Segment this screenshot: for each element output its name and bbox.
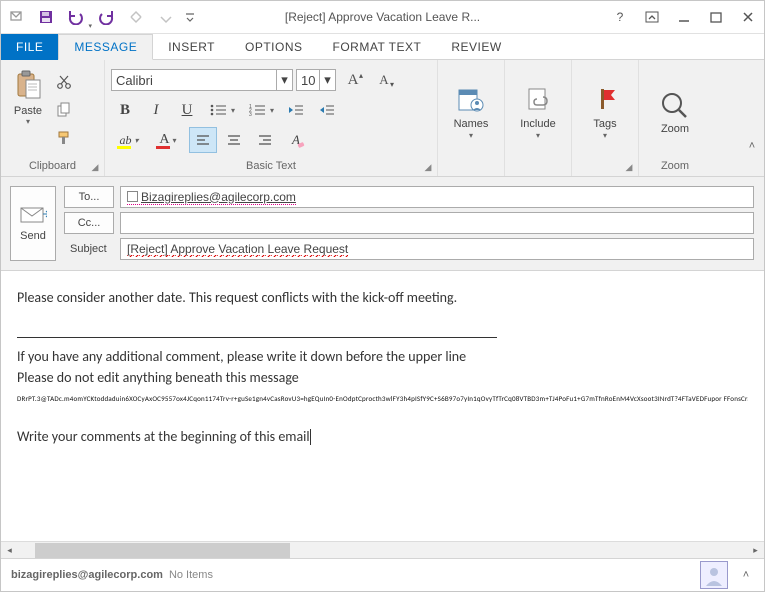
bold-button[interactable]: B — [111, 97, 139, 123]
tab-options[interactable]: OPTIONS — [230, 34, 318, 60]
font-name-combo[interactable]: Calibri ▾ — [111, 69, 293, 91]
undo-icon[interactable]: ▾ — [61, 3, 91, 31]
cut-icon[interactable] — [53, 71, 75, 93]
chevron-down-icon[interactable]: ▾ — [319, 70, 335, 90]
recipient-chip[interactable]: Bizagireplies@agilecorp.com — [127, 190, 296, 205]
cc-field[interactable] — [120, 212, 754, 234]
tab-review[interactable]: REVIEW — [436, 34, 516, 60]
names-button[interactable]: Names▾ — [444, 65, 498, 156]
numbering-button[interactable]: 123▾ — [243, 97, 279, 123]
scroll-thumb[interactable] — [35, 543, 290, 558]
subject-label: Subject — [64, 238, 114, 260]
group-label-zoom: Zoom — [645, 156, 705, 176]
close-icon[interactable] — [732, 1, 764, 34]
increase-indent-icon[interactable] — [313, 97, 341, 123]
redo-icon[interactable] — [91, 3, 121, 31]
font-color-button[interactable]: A▾ — [150, 127, 186, 153]
separator-line — [17, 337, 497, 338]
people-pane-toggle-icon[interactable]: ˄ — [738, 569, 754, 581]
group-label-basictext: Basic Text — [111, 156, 431, 176]
align-right-button[interactable] — [251, 127, 279, 153]
basictext-launcher-icon[interactable]: ◢ — [422, 161, 434, 173]
align-left-button[interactable] — [189, 127, 217, 153]
highlight-color-button[interactable]: ab▾ — [111, 127, 147, 153]
body-line: Write your comments at the beginning of … — [17, 428, 310, 445]
horizontal-scrollbar[interactable]: ◂ ▸ — [1, 541, 764, 558]
svg-text:3: 3 — [249, 112, 252, 117]
format-painter-icon[interactable] — [53, 127, 75, 149]
ribbon-tabs: FILE MESSAGE INSERT OPTIONS FORMAT TEXT … — [1, 34, 764, 60]
clipboard-launcher-icon[interactable]: ◢ — [89, 161, 101, 173]
text-cursor — [310, 429, 311, 445]
decrease-font-icon[interactable]: A▾ — [370, 67, 398, 93]
tags-launcher-icon[interactable]: ◢ — [623, 161, 635, 173]
zoom-button[interactable]: Zoom — [645, 65, 705, 156]
tab-format-text[interactable]: FORMAT TEXT — [318, 34, 437, 60]
previous-item-icon — [121, 3, 151, 31]
token-line: DRrPT.3@TADc.m4omYCKtoddaduin6XOCyAxOC95… — [17, 394, 748, 405]
minimize-icon[interactable] — [668, 1, 700, 34]
tab-message[interactable]: MESSAGE — [58, 34, 153, 60]
send-button[interactable]: Send — [10, 186, 56, 261]
next-item-icon — [151, 3, 181, 31]
scroll-left-icon[interactable]: ◂ — [1, 542, 18, 559]
to-field[interactable]: Bizagireplies@agilecorp.com — [120, 186, 754, 208]
align-center-button[interactable] — [220, 127, 248, 153]
include-button[interactable]: Include▾ — [511, 65, 565, 156]
avatar[interactable] — [700, 561, 728, 589]
decrease-indent-icon[interactable] — [282, 97, 310, 123]
copy-icon[interactable] — [53, 99, 75, 121]
to-button[interactable]: To... — [64, 186, 114, 208]
help-icon[interactable]: ? — [604, 1, 636, 34]
tab-insert[interactable]: INSERT — [153, 34, 230, 60]
tags-button[interactable]: Tags▾ — [578, 65, 632, 156]
cc-button[interactable]: Cc... — [64, 212, 114, 234]
bullets-button[interactable]: ▾ — [204, 97, 240, 123]
italic-button[interactable]: I — [142, 97, 170, 123]
status-account: bizagireplies@agilecorp.com — [11, 569, 163, 581]
scroll-right-icon[interactable]: ▸ — [747, 542, 764, 559]
font-size-combo[interactable]: 10 ▾ — [296, 69, 336, 91]
ribbon-display-icon[interactable] — [636, 1, 668, 34]
group-label-clipboard: Clipboard — [7, 156, 98, 176]
body-line: If you have any additional comment, plea… — [17, 346, 748, 367]
increase-font-icon[interactable]: A▴ — [339, 67, 367, 93]
save-icon[interactable] — [31, 3, 61, 31]
collapse-ribbon-icon[interactable]: ˄ — [744, 138, 760, 154]
status-items: No Items — [169, 569, 213, 581]
tab-file[interactable]: FILE — [1, 34, 58, 60]
system-menu[interactable] — [1, 1, 31, 34]
subject-field[interactable]: [Reject] Approve Vacation Leave Request — [120, 238, 754, 260]
maximize-icon[interactable] — [700, 1, 732, 34]
message-body[interactable]: Please consider another date. This reque… — [1, 271, 764, 541]
underline-button[interactable]: U — [173, 97, 201, 123]
window-title: [Reject] Approve Vacation Leave R... — [285, 10, 480, 24]
paste-button[interactable]: Paste ▾ — [7, 65, 49, 156]
clear-formatting-icon[interactable]: A — [282, 127, 310, 153]
body-line: Please do not edit anything beneath this… — [17, 367, 748, 388]
body-line: Please consider another date. This reque… — [17, 287, 748, 308]
qat-customize[interactable] — [181, 3, 199, 31]
chevron-down-icon[interactable]: ▾ — [276, 70, 292, 90]
